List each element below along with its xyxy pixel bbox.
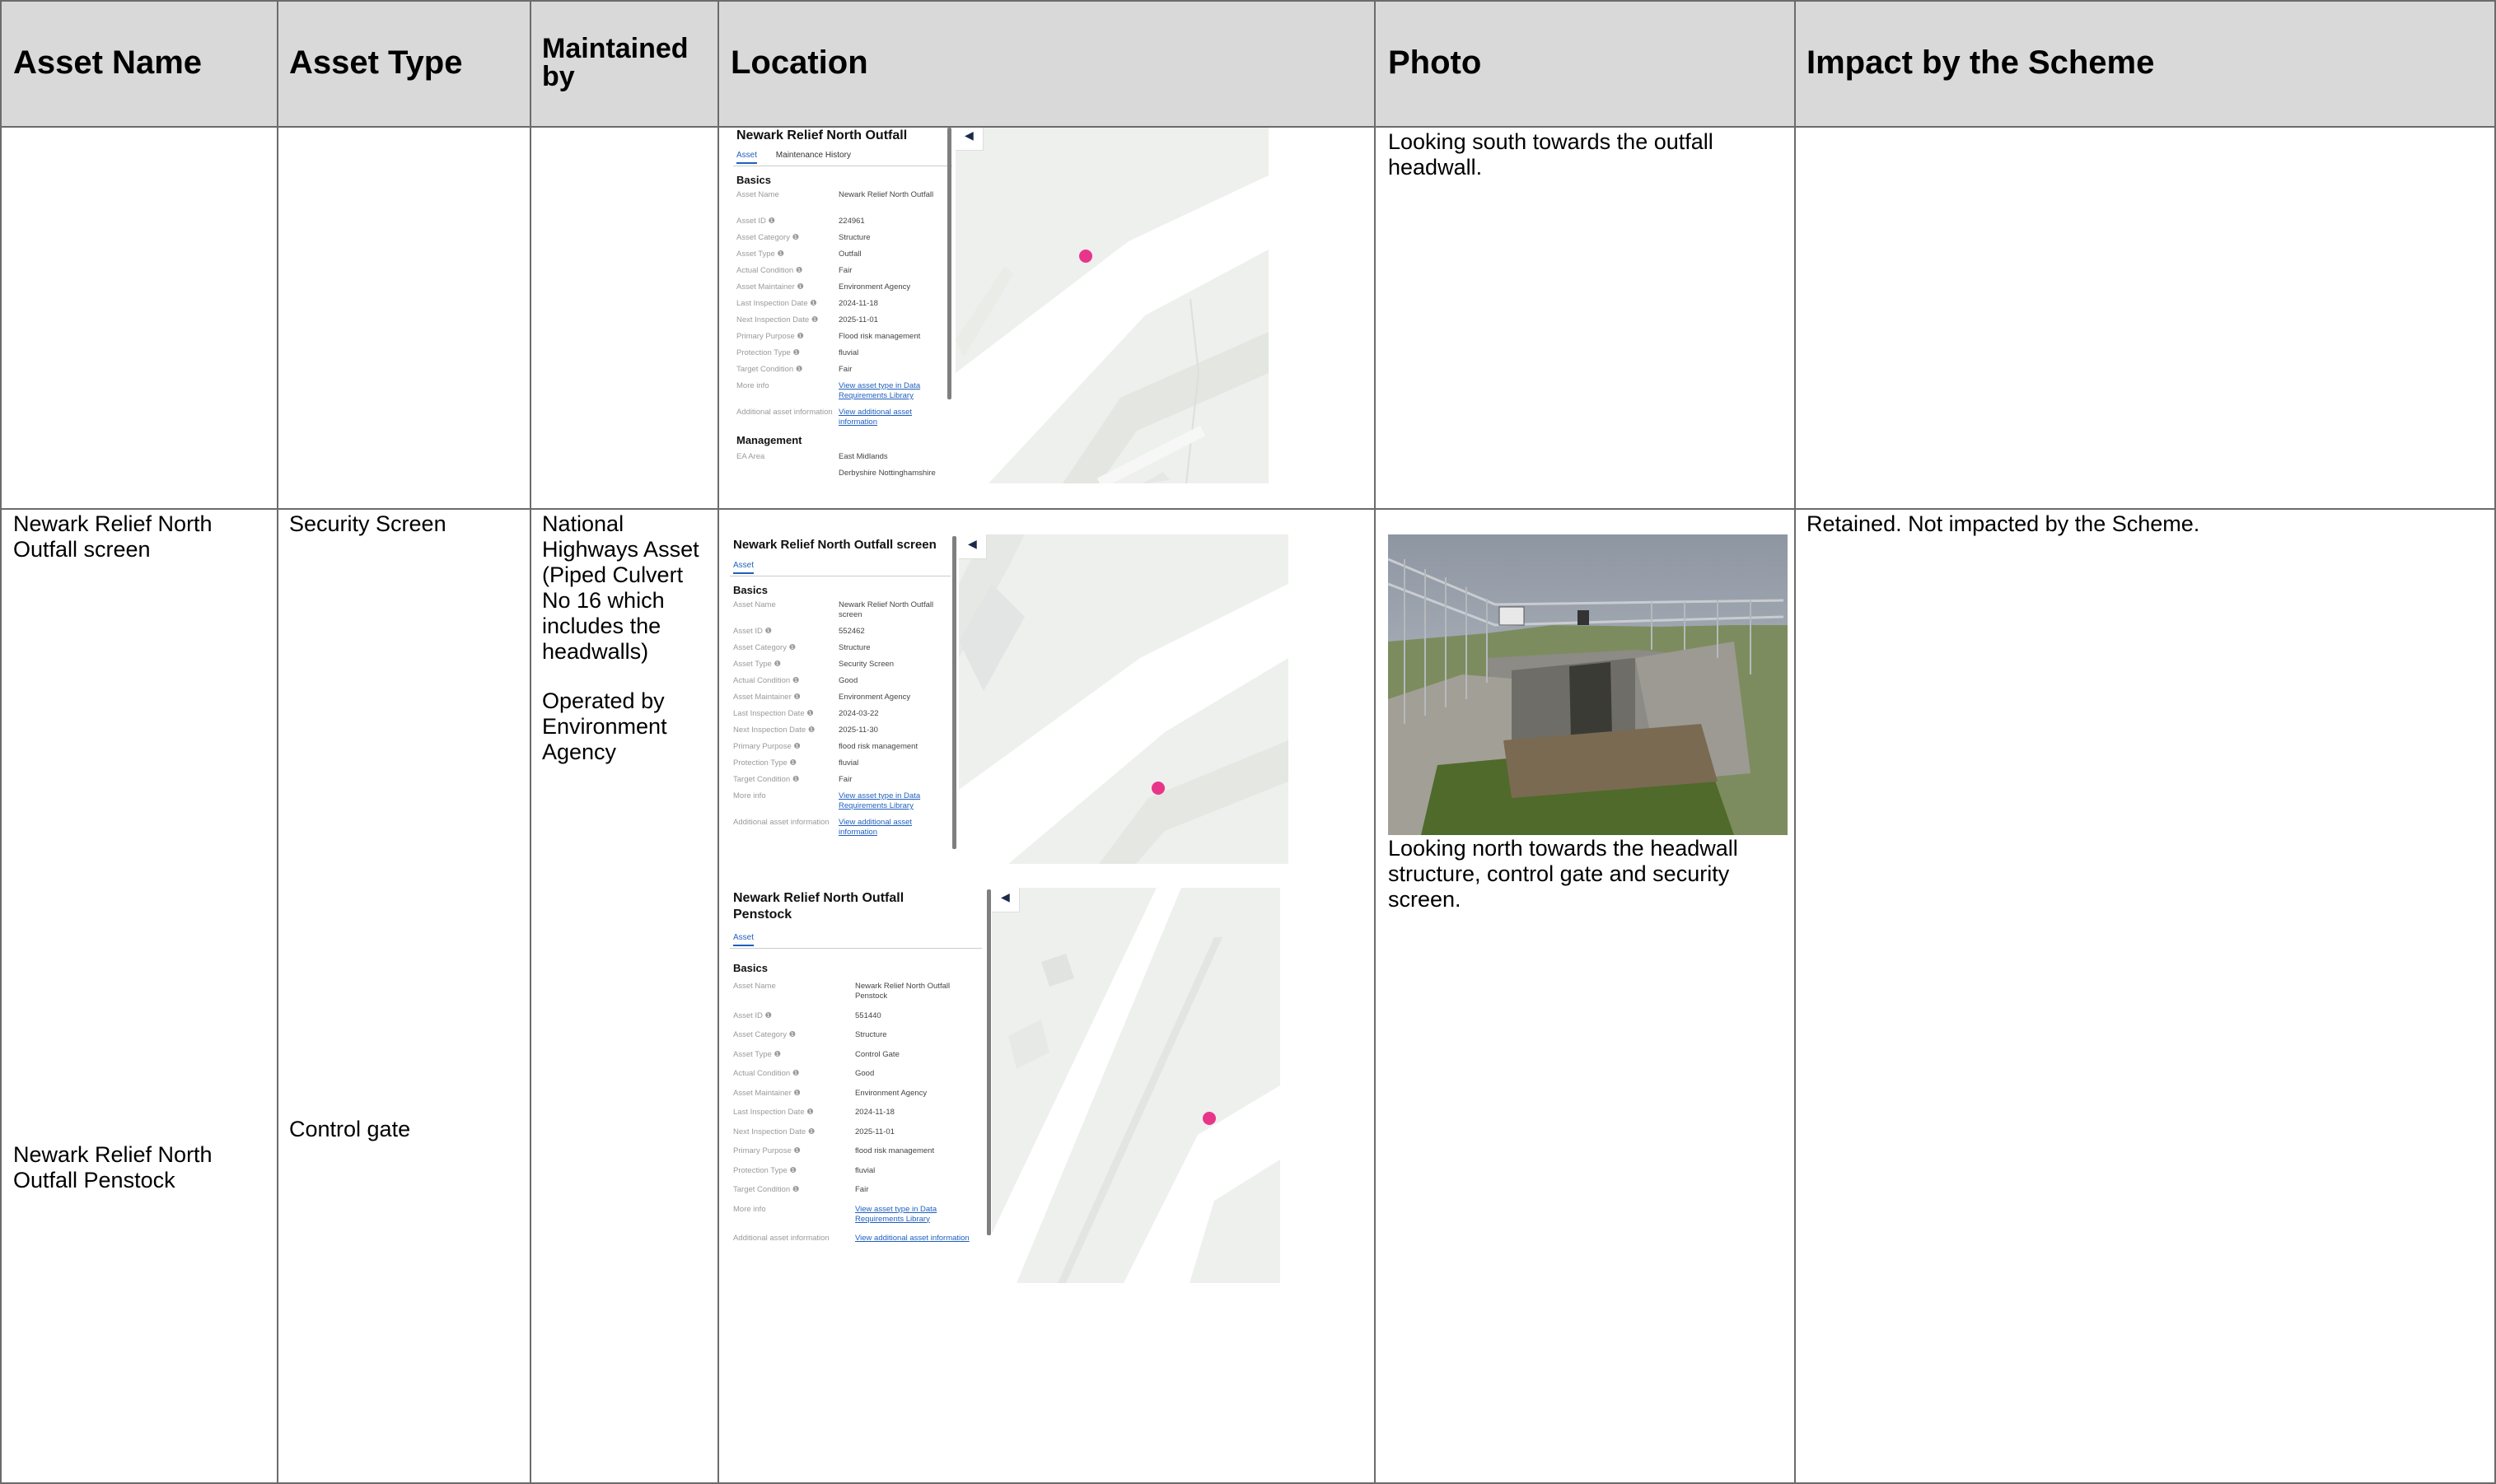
table-grid	[0, 0, 2496, 1484]
